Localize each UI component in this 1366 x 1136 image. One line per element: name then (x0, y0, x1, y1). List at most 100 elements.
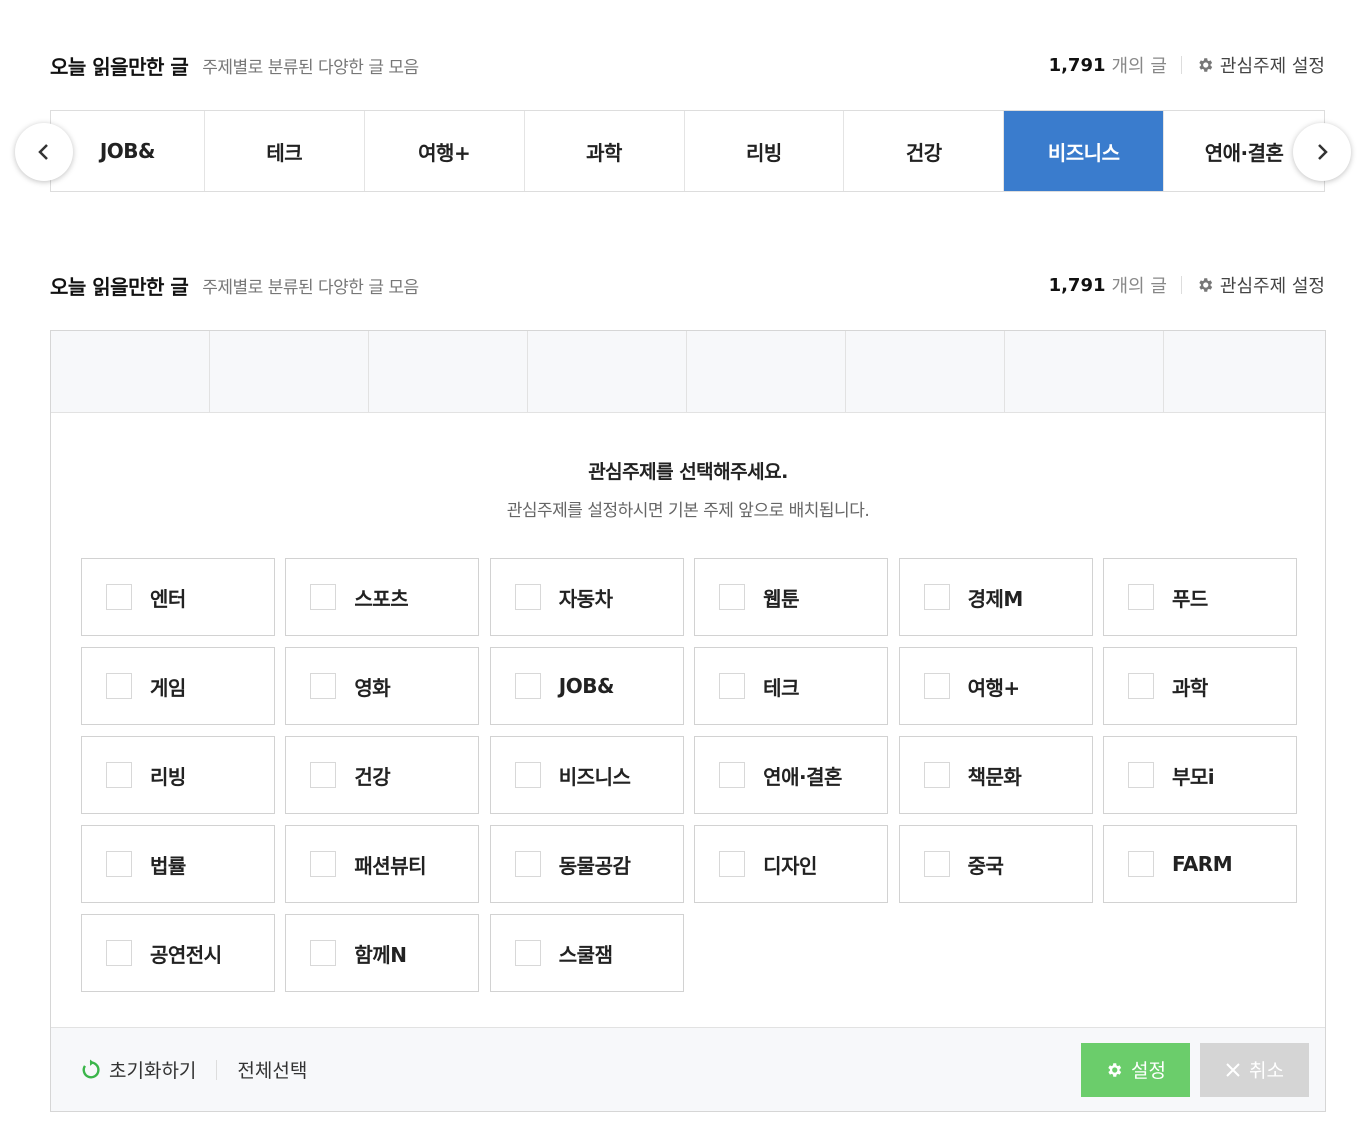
tab-item[interactable]: 테크 (205, 111, 365, 191)
topic-checkbox[interactable] (1127, 584, 1154, 610)
select-all-button[interactable]: 전체선택 (237, 1056, 307, 1083)
topic-checkbox[interactable] (310, 584, 337, 610)
topic-label: 연애·결혼 (763, 764, 842, 789)
topic-option[interactable]: 부모i (1102, 736, 1297, 814)
topic-option[interactable]: 중국 (898, 825, 1093, 903)
topic-checkbox[interactable] (923, 673, 950, 699)
divider (1180, 276, 1182, 294)
topic-checkbox[interactable] (106, 762, 132, 788)
topic-checkbox[interactable] (719, 673, 746, 699)
topic-checkbox[interactable] (106, 940, 132, 966)
section-subtitle: 주제별로 분류된 다양한 글 모음 (202, 277, 419, 298)
topic-label: 함께N (354, 942, 407, 967)
tab-item[interactable]: 과학 (525, 111, 685, 191)
topic-option[interactable]: 법률 (81, 825, 275, 903)
topic-option[interactable]: 책문화 (898, 736, 1093, 814)
topic-option[interactable]: 자동차 (489, 558, 684, 636)
interest-setting-link[interactable]: 관심주제 설정 (1196, 52, 1325, 78)
topic-checkbox[interactable] (514, 762, 541, 788)
panel-message: 관심주제를 선택해주세요. 관심주제를 설정하시면 기본 주제 앞으로 배치됩니… (51, 457, 1325, 521)
topic-checkbox[interactable] (106, 584, 132, 610)
gear-icon (1199, 278, 1213, 292)
topic-option[interactable]: 공연전시 (81, 914, 275, 992)
topic-option[interactable]: 스쿨잼 (489, 914, 684, 992)
tab-item[interactable]: 여행+ (365, 111, 525, 191)
topic-checkbox[interactable] (923, 851, 950, 877)
interest-setting-label: 관심주제 설정 (1219, 56, 1325, 77)
topic-label: 부모i (1171, 764, 1215, 789)
topic-checkbox[interactable] (310, 940, 337, 966)
topic-checkbox[interactable] (514, 673, 541, 699)
topic-option[interactable]: FARM (1102, 825, 1297, 903)
topic-label: JOB& (558, 674, 615, 698)
topic-checkbox[interactable] (310, 673, 337, 699)
topic-option[interactable]: 게임 (81, 647, 275, 725)
topic-option[interactable]: 엔터 (81, 558, 275, 636)
topic-checkbox[interactable] (514, 584, 541, 610)
topic-checkbox[interactable] (514, 851, 541, 877)
interest-setting-link[interactable]: 관심주제 설정 (1196, 272, 1325, 298)
topic-checkbox[interactable] (1127, 851, 1154, 877)
topic-checkbox[interactable] (106, 851, 132, 877)
article-count-unit: 개의 글 (1111, 56, 1167, 77)
topic-label: 자동차 (558, 586, 613, 611)
topic-label: 스쿨잼 (558, 942, 613, 967)
save-label: 설정 (1131, 1060, 1166, 1082)
tab-item[interactable]: 건강 (844, 111, 1005, 191)
topic-option[interactable]: 비즈니스 (489, 736, 684, 814)
topic-checkbox[interactable] (719, 584, 746, 610)
topic-label: 과학 (1171, 675, 1208, 700)
topic-label: FARM (1171, 852, 1233, 876)
topic-option[interactable]: 경제M (898, 558, 1093, 636)
cancel-button[interactable]: 취소 (1200, 1042, 1309, 1097)
empty-tab-slot (1005, 331, 1164, 412)
topic-checkbox[interactable] (106, 673, 132, 699)
article-count-unit: 개의 글 (1111, 276, 1167, 297)
topic-checkbox[interactable] (923, 762, 950, 788)
empty-tab-slot (51, 331, 210, 412)
topic-label: 중국 (967, 853, 1004, 878)
topic-option[interactable]: 디자인 (694, 825, 889, 903)
tab-item[interactable]: 비즈니스 (1004, 111, 1165, 191)
tab-item[interactable]: 리빙 (685, 111, 845, 191)
section-title: 오늘 읽을만한 글 (50, 274, 189, 299)
topic-option[interactable]: 영화 (285, 647, 480, 725)
next-button[interactable] (1293, 123, 1351, 181)
panel-message-desc: 관심주제를 설정하시면 기본 주제 앞으로 배치됩니다. (506, 501, 870, 521)
topic-checkbox[interactable] (310, 851, 337, 877)
topic-label: 웹툰 (763, 586, 799, 611)
topic-option[interactable]: 여행+ (898, 647, 1093, 725)
topic-option[interactable]: 과학 (1102, 647, 1297, 725)
topic-option[interactable]: 건강 (285, 736, 480, 814)
reset-button[interactable]: 초기화하기 (79, 1056, 196, 1083)
topic-option[interactable]: 연애·결혼 (694, 736, 889, 814)
topic-checkbox[interactable] (514, 940, 541, 966)
tab-item[interactable]: JOB& (51, 111, 205, 191)
save-button[interactable]: 설정 (1081, 1042, 1190, 1097)
chevron-right-icon (1318, 144, 1328, 160)
topic-option[interactable]: JOB& (489, 647, 684, 725)
section-subtitle: 주제별로 분류된 다양한 글 모음 (202, 57, 419, 78)
topic-option[interactable]: 테크 (694, 647, 889, 725)
topic-option[interactable]: 스포츠 (285, 558, 480, 636)
topic-label: 디자인 (763, 853, 817, 878)
topic-option[interactable]: 리빙 (81, 736, 275, 814)
topic-label: 패션뷰티 (354, 853, 426, 878)
topic-checkbox[interactable] (923, 584, 950, 610)
topic-label: 경제M (967, 586, 1024, 611)
section-header-top: 오늘 읽을만한 글 주제별로 분류된 다양한 글 모음 1,791 개의 글 관… (50, 50, 1325, 80)
topic-option[interactable]: 동물공감 (489, 825, 684, 903)
topic-option[interactable]: 함께N (285, 914, 480, 992)
topic-checkbox[interactable] (310, 762, 337, 788)
chevron-left-icon (38, 144, 48, 160)
section-header-bottom: 오늘 읽을만한 글 주제별로 분류된 다양한 글 모음 1,791 개의 글 관… (50, 270, 1325, 300)
topic-option[interactable]: 패션뷰티 (285, 825, 480, 903)
topic-option[interactable]: 웹툰 (694, 558, 889, 636)
topic-checkbox[interactable] (1127, 762, 1154, 788)
topic-option[interactable]: 푸드 (1102, 558, 1297, 636)
prev-button[interactable] (15, 123, 73, 181)
topic-checkbox[interactable] (1127, 673, 1154, 699)
interest-setting-label: 관심주제 설정 (1219, 276, 1325, 297)
topic-checkbox[interactable] (719, 851, 746, 877)
topic-checkbox[interactable] (719, 762, 746, 788)
